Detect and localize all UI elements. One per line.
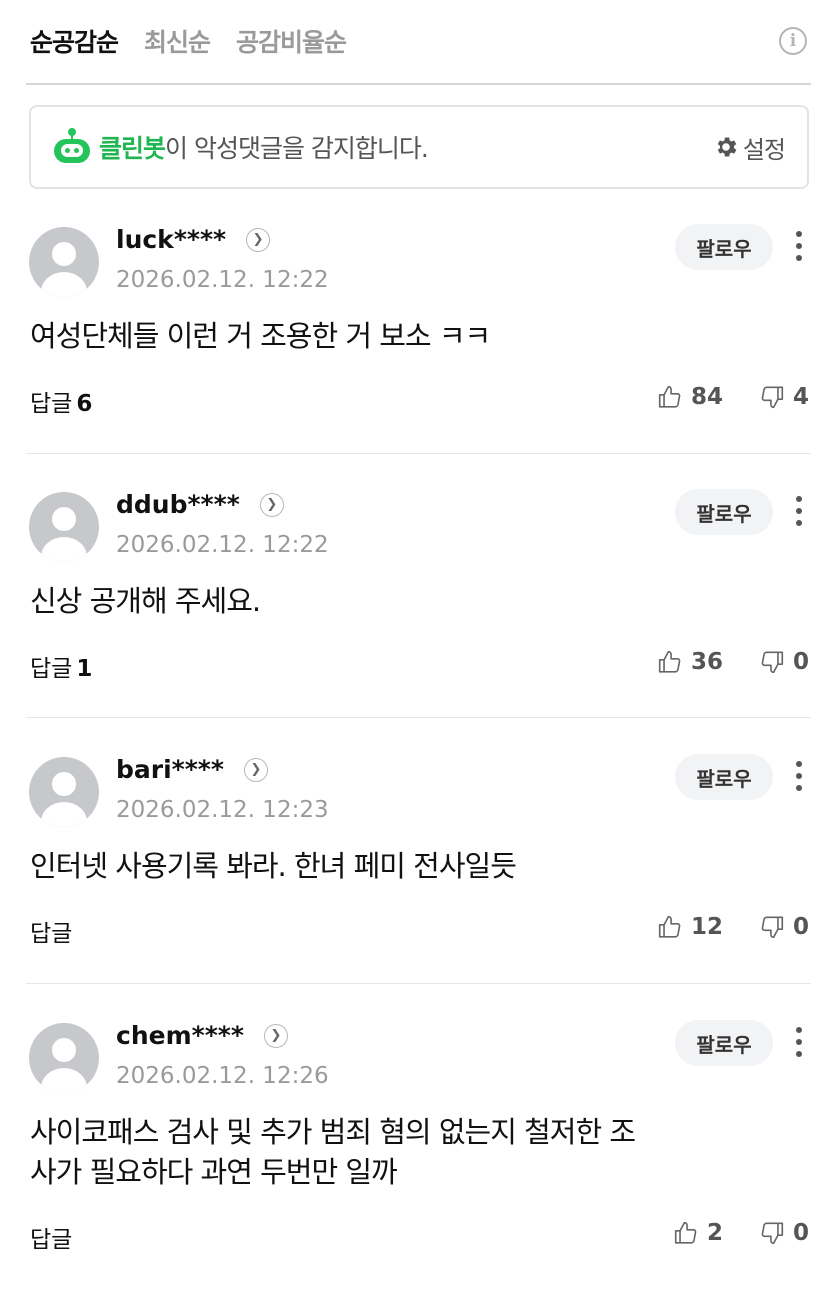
username[interactable]: luck****	[116, 225, 226, 254]
follow-button[interactable]: 팔로우	[675, 224, 773, 270]
dislike-button[interactable]: 0	[759, 914, 809, 940]
dislike-count: 0	[792, 649, 809, 675]
vote-group: 36 0	[657, 649, 809, 675]
tab-like-ratio[interactable]: 공감비율순	[236, 23, 347, 59]
reply-label: 답글	[30, 391, 73, 417]
username[interactable]: chem****	[116, 1021, 244, 1050]
dislike-button[interactable]: 4	[759, 384, 809, 410]
follow-button[interactable]: 팔로우	[675, 489, 773, 535]
chevron-right-icon[interactable]: ❯	[243, 757, 268, 782]
like-count: 12	[690, 914, 723, 940]
cleanbot-settings-button[interactable]: 설정	[713, 130, 786, 165]
like-count: 36	[690, 649, 723, 675]
comment-divider	[26, 453, 811, 454]
chevron-right-icon[interactable]: ❯	[246, 227, 271, 252]
more-options-icon[interactable]	[788, 759, 810, 793]
cleanbot-banner: 클린봇이 악성댓글을 감지합니다. 설정	[29, 105, 809, 189]
like-button[interactable]: 12	[657, 914, 723, 940]
comment-date: 2026.02.12. 12:22	[116, 532, 329, 558]
thumbs-up-icon	[658, 915, 681, 938]
thumbs-down-icon	[761, 651, 784, 674]
dislike-count: 0	[792, 914, 809, 940]
comment-text-line: 사가 필요하다 과연 두번만 일까	[30, 1155, 398, 1189]
reply-count: 1	[76, 656, 93, 682]
reply-label: 답글	[30, 921, 73, 947]
like-count: 2	[706, 1220, 723, 1246]
settings-label: 설정	[742, 135, 786, 164]
comment-text: 여성단체들 이런 거 조용한 거 보소 ㅋㅋ	[30, 319, 491, 353]
comment-text: 사이코패스 검사 및 추가 범죄 혐의 없는지 철저한 조 사가 필요하다 과연…	[30, 1112, 790, 1192]
cleanbot-message: 클린봇이 악성댓글을 감지합니다.	[99, 129, 429, 165]
avatar[interactable]	[29, 1023, 99, 1093]
avatar[interactable]	[29, 492, 99, 562]
info-icon[interactable]: i	[779, 27, 807, 55]
more-options-icon[interactable]	[788, 1025, 810, 1059]
vote-group: 2 0	[673, 1220, 809, 1246]
reply-label: 답글	[30, 1227, 73, 1253]
more-options-icon[interactable]	[788, 494, 810, 528]
more-options-icon[interactable]	[788, 229, 810, 263]
vote-group: 84 4	[657, 384, 809, 410]
thumbs-down-icon	[761, 386, 784, 409]
thumbs-up-icon	[658, 650, 681, 673]
like-count: 84	[690, 384, 723, 410]
comment-user-row: luck**** ❯	[116, 225, 271, 254]
avatar[interactable]	[29, 757, 99, 827]
reply-label: 답글	[30, 656, 73, 682]
thumbs-up-icon	[674, 1221, 697, 1244]
comment-date: 2026.02.12. 12:22	[116, 267, 329, 293]
comment-divider	[26, 717, 811, 718]
avatar[interactable]	[29, 227, 99, 297]
dislike-button[interactable]: 0	[759, 1220, 809, 1246]
vote-group: 12 0	[657, 914, 809, 940]
comment-user-row: chem**** ❯	[116, 1021, 288, 1050]
tab-latest[interactable]: 최신순	[144, 23, 211, 59]
chevron-right-icon[interactable]: ❯	[263, 1023, 288, 1048]
username[interactable]: ddub****	[116, 490, 240, 519]
dislike-button[interactable]: 0	[759, 649, 809, 675]
cleanbot-robot-icon	[53, 128, 91, 166]
chevron-right-icon[interactable]: ❯	[259, 492, 284, 517]
reply-button[interactable]: 답글	[30, 1220, 76, 1254]
tabs-divider	[26, 83, 811, 85]
comment-date: 2026.02.12. 12:26	[116, 1063, 329, 1089]
comment-user-row: ddub**** ❯	[116, 490, 284, 519]
comment-text: 인터넷 사용기록 봐라. 한녀 페미 전사일듯	[30, 849, 517, 883]
thumbs-down-icon	[761, 1222, 784, 1245]
dislike-count: 4	[792, 384, 809, 410]
dislike-count: 0	[792, 1220, 809, 1246]
follow-button[interactable]: 팔로우	[675, 754, 773, 800]
tab-most-liked[interactable]: 순공감순	[30, 23, 119, 59]
comment-divider	[26, 983, 811, 984]
gear-icon	[717, 137, 737, 157]
like-button[interactable]: 2	[673, 1220, 723, 1246]
reply-button[interactable]: 답글 1	[30, 649, 92, 683]
cleanbot-brand: 클린봇	[99, 134, 166, 163]
follow-button[interactable]: 팔로우	[675, 1020, 773, 1066]
comment-text: 신상 공개해 주세요.	[30, 584, 261, 618]
like-button[interactable]: 84	[657, 384, 723, 410]
reply-button[interactable]: 답글 6	[30, 384, 92, 418]
reply-count: 6	[76, 391, 93, 417]
cleanbot-message-text: 이 악성댓글을 감지합니다.	[165, 134, 429, 163]
like-button[interactable]: 36	[657, 649, 723, 675]
comment-date: 2026.02.12. 12:23	[116, 797, 329, 823]
username[interactable]: bari****	[116, 755, 224, 784]
reply-button[interactable]: 답글	[30, 914, 76, 948]
comment-text-line: 사이코패스 검사 및 추가 범죄 혐의 없는지 철저한 조	[30, 1115, 636, 1149]
thumbs-down-icon	[761, 916, 784, 939]
thumbs-up-icon	[658, 385, 681, 408]
comment-user-row: bari**** ❯	[116, 755, 268, 784]
sort-tabs: 순공감순 최신순 공감비율순 i	[30, 20, 810, 62]
